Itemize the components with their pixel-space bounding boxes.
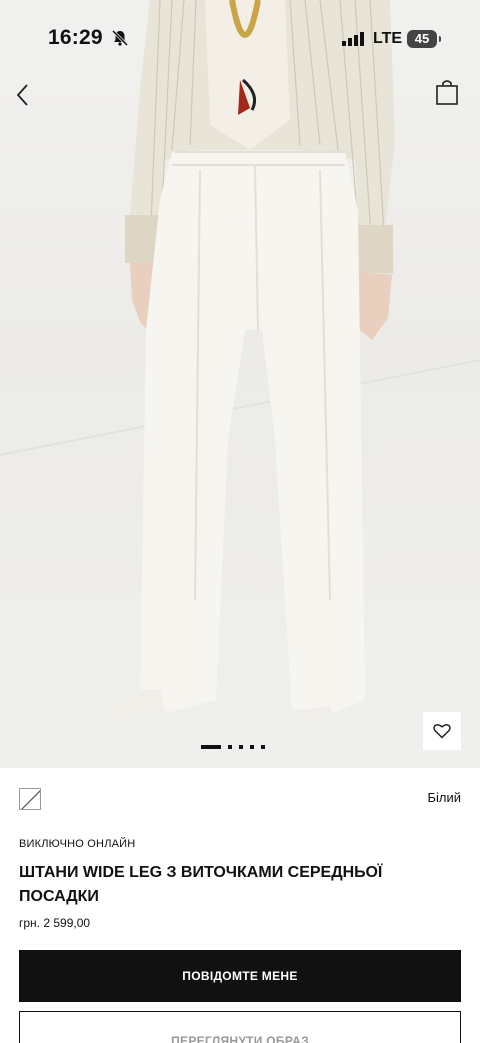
shopping-bag-icon <box>436 80 458 105</box>
chevron-left-icon <box>16 84 28 106</box>
back-button[interactable] <box>10 80 36 110</box>
signal-icon <box>342 32 364 51</box>
color-name: Білий <box>427 790 461 805</box>
heart-icon <box>433 723 451 739</box>
status-time: 16:29 <box>48 26 103 49</box>
product-image-gallery[interactable]: 16:29 LTE 45 <box>0 0 480 768</box>
pagination-dot[interactable] <box>239 745 243 749</box>
wishlist-button[interactable] <box>423 712 461 750</box>
online-exclusive-badge: ВИКЛЮЧНО ОНЛАЙН <box>19 838 136 850</box>
pagination-dot[interactable] <box>261 745 265 749</box>
pagination-dot-active[interactable] <box>201 745 221 749</box>
notify-me-button[interactable]: ПОВІДОМТЕ МЕНЕ <box>19 950 461 1002</box>
network-type: LTE <box>373 30 403 47</box>
view-look-label: ПЕРЕГЛЯНУТИ ОБРАЗ <box>171 1034 309 1043</box>
view-look-button[interactable]: ПЕРЕГЛЯНУТИ ОБРАЗ <box>19 1011 461 1043</box>
gallery-pagination <box>201 745 265 749</box>
battery-indicator: 45 <box>407 30 441 48</box>
pagination-dot[interactable] <box>228 745 232 749</box>
product-photo <box>0 0 480 724</box>
status-bar: 16:29 LTE 45 <box>0 0 480 78</box>
pagination-dot[interactable] <box>250 745 254 749</box>
color-swatch[interactable] <box>19 788 41 810</box>
shopping-bag-button[interactable] <box>433 78 461 108</box>
product-price: грн. 2 599,00 <box>19 916 91 930</box>
product-title: ШТАНИ WIDE LEG З ВИТОЧКАМИ СЕРЕДНЬОЇ ПОС… <box>19 864 383 905</box>
bell-off-icon <box>111 29 129 52</box>
